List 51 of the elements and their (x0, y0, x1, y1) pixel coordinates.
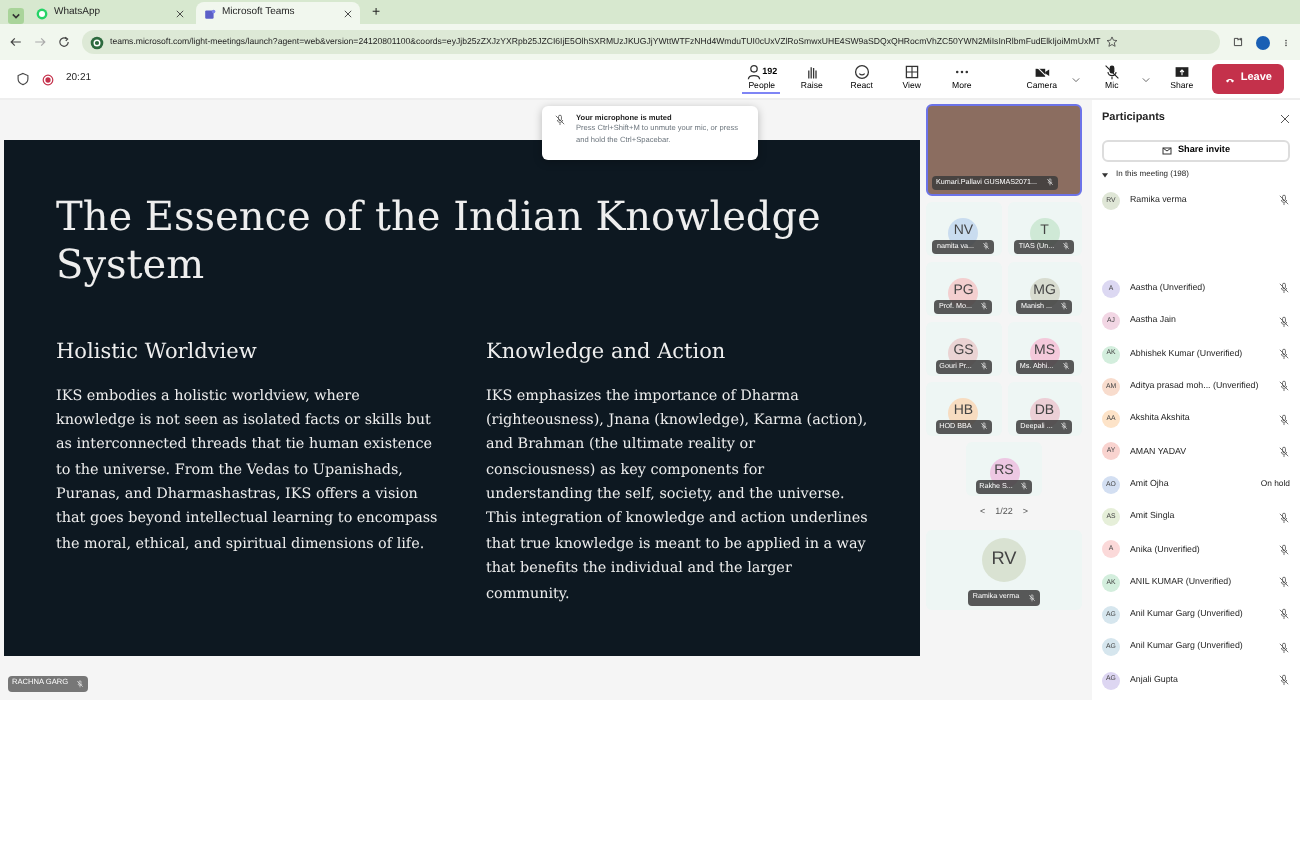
close-icon[interactable] (1280, 113, 1290, 123)
mic-off-icon (1278, 315, 1290, 328)
invite-icon (1161, 146, 1172, 156)
mic-off-icon (1020, 482, 1029, 491)
mic-off-icon (1278, 194, 1290, 207)
mic-off-icon (1061, 362, 1070, 371)
mic-off-icon (1278, 641, 1290, 654)
slide-heading: Holistic Worldview (56, 340, 259, 366)
person-icon (746, 63, 763, 80)
reload-icon[interactable] (58, 36, 70, 48)
mic-off-icon (554, 114, 566, 126)
close-icon[interactable] (176, 9, 184, 17)
recording-icon (42, 73, 54, 85)
back-icon[interactable] (10, 36, 22, 48)
dropdown-icon[interactable] (8, 8, 24, 24)
site-info-icon[interactable] (90, 35, 104, 49)
mic-off-icon (1278, 413, 1290, 426)
mic-off-icon (1103, 64, 1120, 81)
mic-off-icon (1278, 445, 1290, 458)
share-screen-icon (1173, 64, 1190, 81)
mic-off-icon (980, 302, 989, 311)
mic-off-icon (1027, 594, 1036, 603)
mic-off-icon (1278, 511, 1290, 524)
mic-off-icon (1278, 608, 1290, 621)
star-icon[interactable] (1106, 36, 1119, 48)
mic-off-icon (982, 242, 991, 251)
mic-off-icon (1060, 422, 1069, 431)
mic-off-icon (1278, 348, 1290, 361)
mic-off-icon (979, 422, 988, 431)
mic-off-icon (1278, 674, 1290, 686)
grid-icon (903, 64, 920, 81)
mic-off-icon (1278, 282, 1290, 295)
slide-heading: Knowledge and Action (486, 340, 728, 366)
mic-off-icon (1278, 576, 1290, 589)
slide-title: The Essence of the Indian Knowledge System (56, 192, 823, 288)
mic-off-icon (979, 362, 988, 371)
mic-off-icon (76, 679, 85, 688)
shield-icon (16, 72, 30, 86)
mic-off-icon (1045, 178, 1054, 187)
caret-icon (1102, 171, 1108, 177)
camera-off-icon (1033, 64, 1050, 81)
profile-avatar-icon[interactable] (1256, 35, 1270, 49)
mic-off-icon (1278, 543, 1290, 556)
avatar: RV (982, 537, 1026, 582)
close-icon[interactable] (344, 9, 352, 17)
phone-icon (1224, 75, 1237, 83)
mic-off-icon (1062, 242, 1071, 251)
smiley-icon (853, 64, 870, 81)
app-logo-icon (204, 7, 216, 19)
mic-off-icon (1060, 302, 1069, 311)
mic-off-icon (1278, 380, 1290, 393)
